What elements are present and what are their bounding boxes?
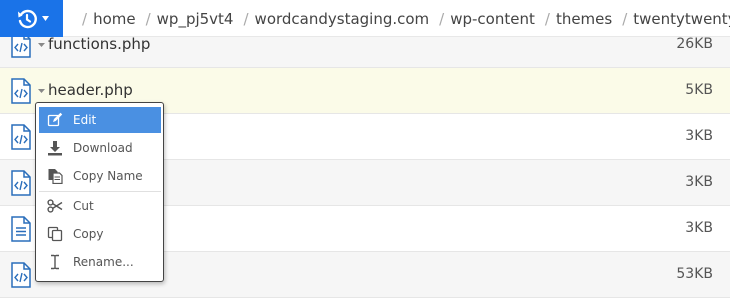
- breadcrumb-item[interactable]: wordcandystaging.com: [255, 10, 430, 28]
- context-menu: Edit Download Copy Name Cut Copy Rename.…: [35, 102, 164, 282]
- file-size: 53KB: [676, 266, 713, 282]
- code-file-icon: [10, 78, 32, 104]
- code-file-icon: [10, 170, 32, 196]
- chevron-down-icon[interactable]: [38, 88, 45, 94]
- scissors-icon: [47, 199, 63, 213]
- breadcrumb-separator: /: [243, 9, 249, 28]
- menu-divider: [39, 191, 161, 192]
- file-name[interactable]: header.php: [48, 81, 133, 99]
- menu-item-copy[interactable]: Copy: [39, 221, 161, 247]
- breadcrumb-bar: / home / wp_pj5vt4 / wordcandystaging.co…: [0, 0, 730, 37]
- menu-item-label: Copy: [73, 227, 104, 241]
- breadcrumb-item[interactable]: themes: [556, 10, 612, 28]
- menu-item-download[interactable]: Download: [39, 135, 161, 161]
- breadcrumb-item[interactable]: wp-content: [450, 10, 535, 28]
- menu-item-label: Copy Name: [73, 169, 143, 183]
- breadcrumb-separator: /: [145, 9, 151, 28]
- file-size: 3KB: [685, 220, 713, 236]
- menu-item-label: Edit: [73, 113, 97, 127]
- file-size: 3KB: [685, 174, 713, 190]
- history-button[interactable]: [0, 0, 63, 37]
- menu-item-cut[interactable]: Cut: [39, 193, 161, 219]
- breadcrumb-item-current[interactable]: twentytwenty: [633, 10, 730, 28]
- breadcrumb-separator: /: [439, 9, 445, 28]
- text-cursor-icon: [51, 254, 59, 270]
- breadcrumb-separator: /: [622, 9, 628, 28]
- download-icon: [48, 141, 62, 156]
- menu-item-label: Rename...: [73, 255, 134, 269]
- file-size: 26KB: [676, 36, 713, 52]
- menu-item-rename[interactable]: Rename...: [39, 249, 161, 275]
- menu-item-edit[interactable]: Edit: [39, 107, 161, 133]
- breadcrumb: / home / wp_pj5vt4 / wordcandystaging.co…: [72, 0, 730, 37]
- menu-item-label: Download: [73, 141, 133, 155]
- menu-item-label: Cut: [73, 199, 94, 213]
- file-size: 3KB: [685, 128, 713, 144]
- copy-icon: [47, 226, 63, 242]
- code-file-icon: [10, 262, 32, 288]
- copy-name-icon: [48, 169, 63, 184]
- breadcrumb-item[interactable]: home: [93, 10, 136, 28]
- breadcrumb-separator: /: [82, 9, 88, 28]
- chevron-down-icon: [42, 16, 49, 21]
- file-size: 5KB: [685, 82, 713, 98]
- breadcrumb-separator: /: [544, 9, 550, 28]
- code-file-icon: [10, 124, 32, 150]
- history-icon: [18, 9, 37, 29]
- file-name[interactable]: functions.php: [48, 35, 150, 53]
- edit-icon: [47, 112, 63, 127]
- chevron-down-icon[interactable]: [38, 42, 45, 48]
- menu-item-copy-name[interactable]: Copy Name: [39, 163, 161, 189]
- breadcrumb-item[interactable]: wp_pj5vt4: [157, 10, 234, 28]
- text-file-icon: [10, 216, 32, 242]
